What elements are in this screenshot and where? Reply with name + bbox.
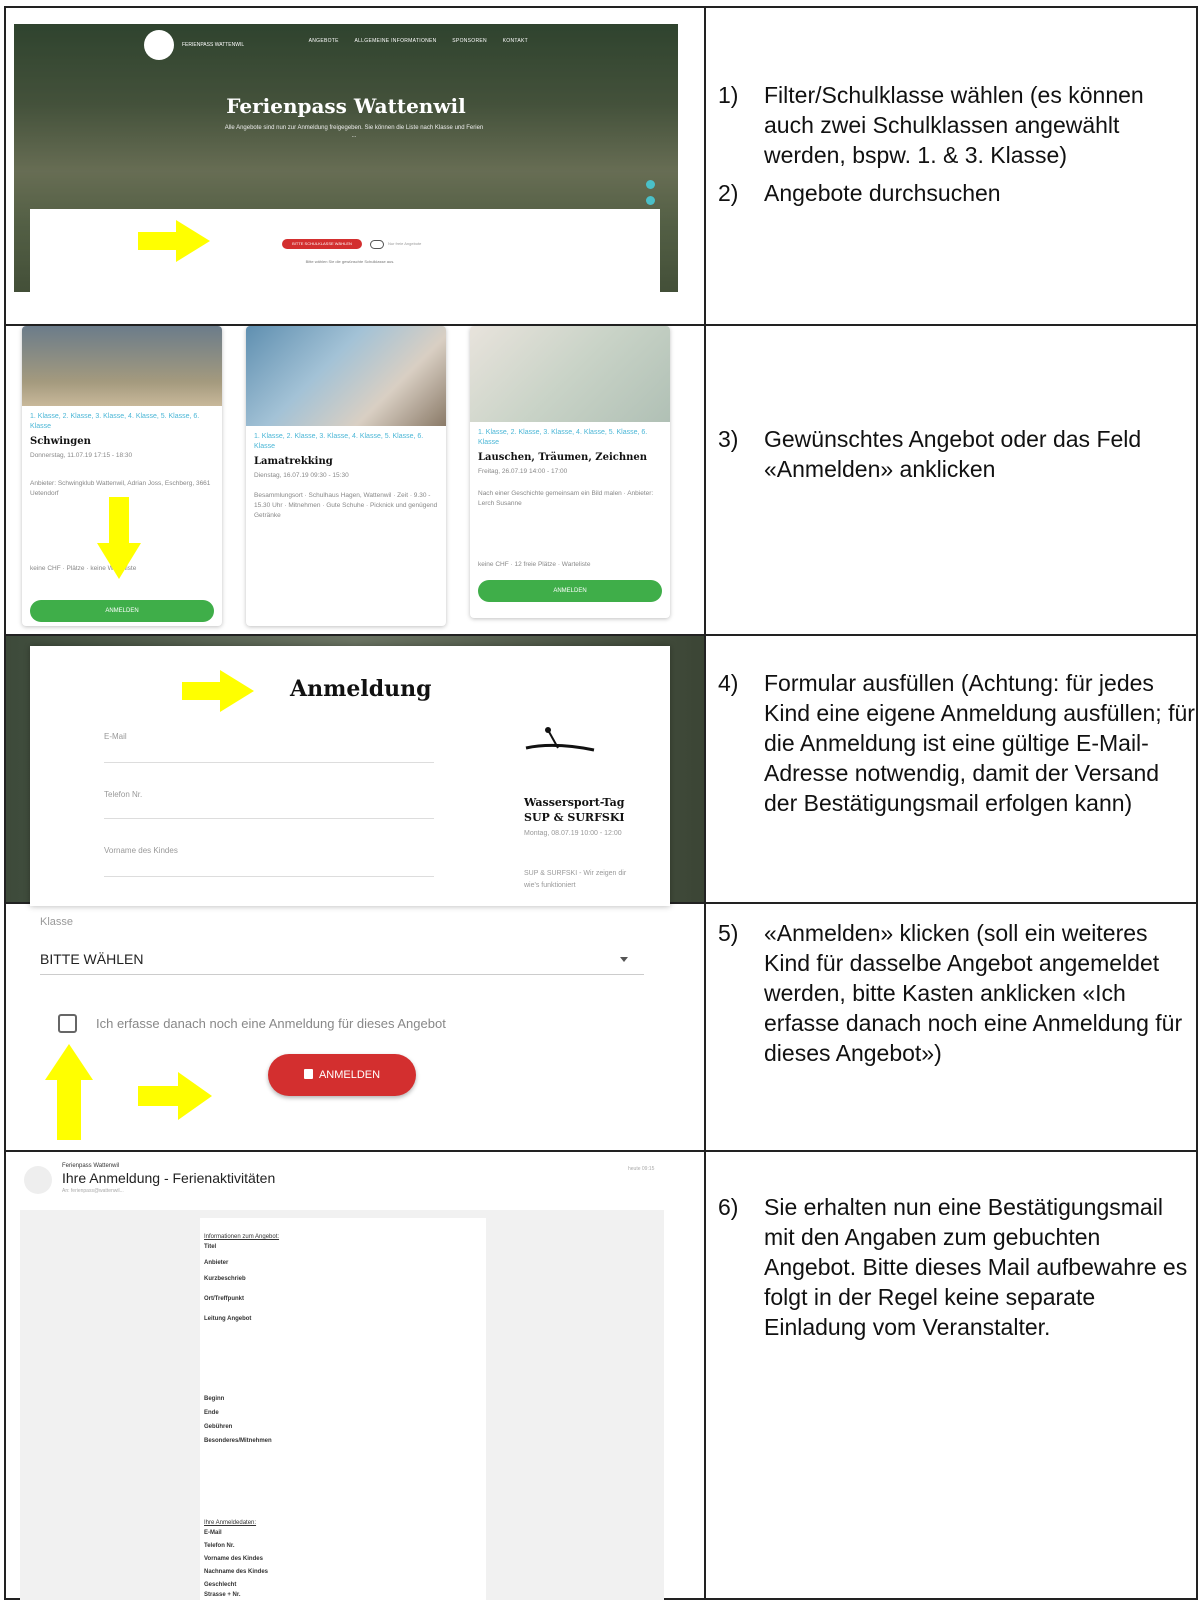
mail-field: Beginn — [204, 1396, 225, 1402]
surfski-logo-icon — [525, 727, 595, 752]
mail-field: Geschlecht — [204, 1582, 237, 1588]
phone-field[interactable] — [104, 818, 434, 819]
filter-hint: Bitte wählen Sie die gewünschte Schulkla… — [305, 259, 395, 264]
offer-date: Freitag, 26.07.19 14:00 - 17:00 — [478, 468, 568, 475]
firstname-field-label: Vorname des Kindes — [104, 846, 178, 855]
hero-title: Ferienpass Wattenwil — [226, 94, 466, 118]
offer-card[interactable]: 1. Klasse, 2. Klasse, 3. Klasse, 4. Klas… — [246, 326, 446, 626]
offer-image — [470, 326, 670, 422]
step-cell-2: 3) Gewünschtes Angebot oder das Feld «Anm… — [706, 424, 1196, 492]
offer-title[interactable]: Schwingen — [22, 432, 222, 449]
step-cell-3: 4) Formular ausfüllen (Achtung: für jedes… — [706, 668, 1196, 826]
offer-image — [22, 326, 222, 406]
nav-item[interactable]: SPONSOREN — [452, 38, 487, 44]
nav-item[interactable]: ALLGEMEINE INFORMATIONEN — [354, 38, 436, 44]
hero-nav: ANGEBOTE ALLGEMEINE INFORMATIONEN SPONSO… — [295, 38, 528, 44]
signup-button[interactable]: ANMELDEN — [30, 600, 214, 622]
mail-field: Strasse + Nr. — [204, 1592, 241, 1598]
hero-subtitle: Alle Angebote sind nun zur Anmeldung fre… — [224, 125, 484, 139]
badge-icon — [303, 1069, 313, 1079]
step-item: 6) Sie erhalten nun eine Bestätigungsmail… — [718, 1194, 1188, 1340]
mail-field: Kurzbeschrieb — [204, 1276, 246, 1282]
logo-text: FERIENPASS WATTENWIL — [182, 42, 245, 48]
toggle-label: Nur freie Angebote — [388, 241, 422, 246]
hero-screenshot: FERIENPASS WATTENWIL ANGEBOTE ALLGEMEINE… — [14, 24, 678, 292]
mail-field: Ende — [204, 1410, 219, 1416]
side-offer-date: Montag, 08.07.19 10:00 - 12:00 — [524, 830, 622, 837]
offer-title[interactable]: Lauschen, Träumen, Zeichnen — [470, 448, 670, 465]
mail-section-title: Ihre Anmeldedaten: — [204, 1520, 257, 1526]
offer-title[interactable]: Lamatrekking — [246, 452, 446, 469]
mail-field: E-Mail — [204, 1530, 222, 1536]
step-item: 3) Gewünschtes Angebot oder das Feld «Anm… — [718, 426, 1142, 482]
avatar — [24, 1166, 52, 1194]
another-signup-checkbox[interactable] — [58, 1014, 77, 1033]
mail-field: Besonderes/Mitnehmen — [204, 1438, 272, 1444]
mail-field: Telefon Nr. — [204, 1543, 235, 1549]
scroll-dot-icon[interactable] — [646, 180, 655, 189]
offer-classes: 1. Klasse, 2. Klasse, 3. Klasse, 4. Klas… — [254, 433, 424, 450]
class-filter-button[interactable]: BITTE SCHULKLASSE WÄHLEN — [282, 239, 362, 249]
mail-subject: Ihre Anmeldung - Ferienaktivitäten — [62, 1170, 276, 1186]
filter-panel: BITTE SCHULKLASSE WÄHLEN Nur freie Angeb… — [30, 209, 660, 292]
offer-provider: Nach einer Geschichte gemeinsam ein Bild… — [478, 490, 654, 507]
form-title: Anmeldung — [290, 676, 432, 702]
scroll-dot-icon[interactable] — [646, 196, 655, 205]
mail-field: Gebühren — [204, 1424, 233, 1430]
mail-field: Titel — [204, 1244, 217, 1250]
nav-item[interactable]: KONTAKT — [503, 38, 528, 44]
side-offer-title: Wassersport-Tag — [524, 796, 625, 809]
offer-details: Besammlungsort · Schulhaus Hagen, Watten… — [254, 492, 438, 519]
step-item: 5) «Anmelden» klicken (soll ein weiteres … — [718, 920, 1183, 1066]
offer-card[interactable]: 1. Klasse, 2. Klasse, 3. Klasse, 4. Klas… — [470, 326, 670, 618]
offer-classes: 1. Klasse, 2. Klasse, 3. Klasse, 4. Klas… — [30, 413, 200, 430]
mail-sender: Ferienpass Wattenwil — [62, 1163, 120, 1169]
signup-form: Anmeldung E-Mail Telefon Nr. Vorname des… — [30, 646, 670, 906]
class-label: Klasse — [40, 916, 74, 928]
mail-field: Vorname des Kindes — [204, 1556, 263, 1562]
mail-section-title: Informationen zum Angebot: — [204, 1234, 280, 1240]
row-divider — [4, 1150, 1198, 1152]
chevron-down-icon[interactable] — [620, 957, 628, 962]
offer-footer: keine CHF · 12 freie Plätze · Warteliste — [478, 561, 591, 568]
submit-label: ANMELDEN — [318, 1069, 381, 1081]
email-field-label: E-Mail — [104, 732, 127, 741]
free-only-toggle[interactable] — [370, 240, 384, 249]
step-cell-5: 6) Sie erhalten nun eine Bestätigungsmail… — [706, 1192, 1196, 1350]
step-item: 4) Formular ausfüllen (Achtung: für jedes… — [718, 670, 1195, 816]
mail-date: heute 09:15 — [628, 1166, 655, 1172]
mail-field: Anbieter — [204, 1260, 229, 1266]
firstname-field[interactable] — [104, 876, 434, 877]
mail-field: Leitung Angebot — [204, 1316, 252, 1322]
step-cell-1: 1) Filter/Schulklasse wählen (es können a… — [706, 80, 1196, 216]
step-item: 2) Angebote durchsuchen — [718, 180, 1001, 206]
offer-classes: 1. Klasse, 2. Klasse, 3. Klasse, 4. Klas… — [478, 429, 648, 446]
select-underline — [40, 974, 644, 975]
side-offer-desc: SUP & SURFSKI - Wir zeigen dir wie's fun… — [524, 870, 627, 889]
mail-recipient: An: ferienpass@wattenwil... — [62, 1188, 124, 1194]
offer-date: Dienstag, 16.07.19 09:30 - 15:30 — [254, 472, 349, 479]
email-field[interactable] — [104, 762, 434, 763]
side-offer-subtitle: SUP & SURFSKI — [524, 811, 625, 824]
logo-icon — [144, 30, 174, 60]
signup-button[interactable]: ANMELDEN — [478, 580, 662, 602]
phone-field-label: Telefon Nr. — [104, 790, 143, 799]
class-select[interactable]: BITTE WÄHLEN — [40, 951, 143, 967]
mail-field: Ort/Treffpunkt — [204, 1296, 244, 1302]
nav-item[interactable]: ANGEBOTE — [309, 38, 339, 44]
offer-date: Donnerstag, 11.07.19 17:15 - 18:30 — [30, 452, 133, 459]
checkbox-label[interactable]: Ich erfasse danach noch eine Anmeldung f… — [96, 1016, 446, 1031]
submit-signup-button[interactable]: ANMELDEN — [268, 1054, 416, 1096]
step-item: 1) Filter/Schulklasse wählen (es können a… — [718, 82, 1144, 168]
step-cell-4: 5) «Anmelden» klicken (soll ein weiteres … — [706, 918, 1196, 1076]
offer-card[interactable]: 1. Klasse, 2. Klasse, 3. Klasse, 4. Klas… — [22, 326, 222, 626]
mail-field: Nachname des Kindes — [204, 1569, 269, 1575]
offer-image — [246, 326, 446, 426]
